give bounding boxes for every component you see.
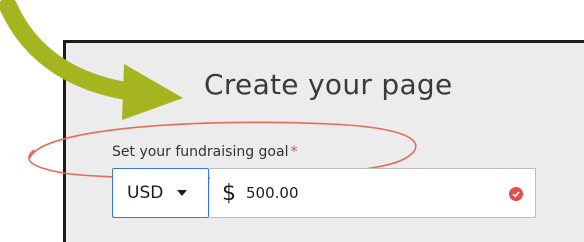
goal-label: Set your fundraising goal *	[112, 144, 297, 160]
required-marker: *	[290, 144, 298, 160]
currency-select[interactable]: USD	[112, 168, 209, 218]
chevron-down-icon	[177, 190, 188, 196]
goal-label-text: Set your fundraising goal	[112, 144, 289, 160]
amount-input[interactable]	[246, 184, 466, 202]
currency-symbol: $	[222, 180, 236, 206]
currency-value: USD	[127, 183, 164, 203]
amount-field[interactable]: $	[210, 168, 536, 218]
page-title: Create your page	[204, 68, 453, 101]
check-circle-icon	[509, 187, 523, 201]
